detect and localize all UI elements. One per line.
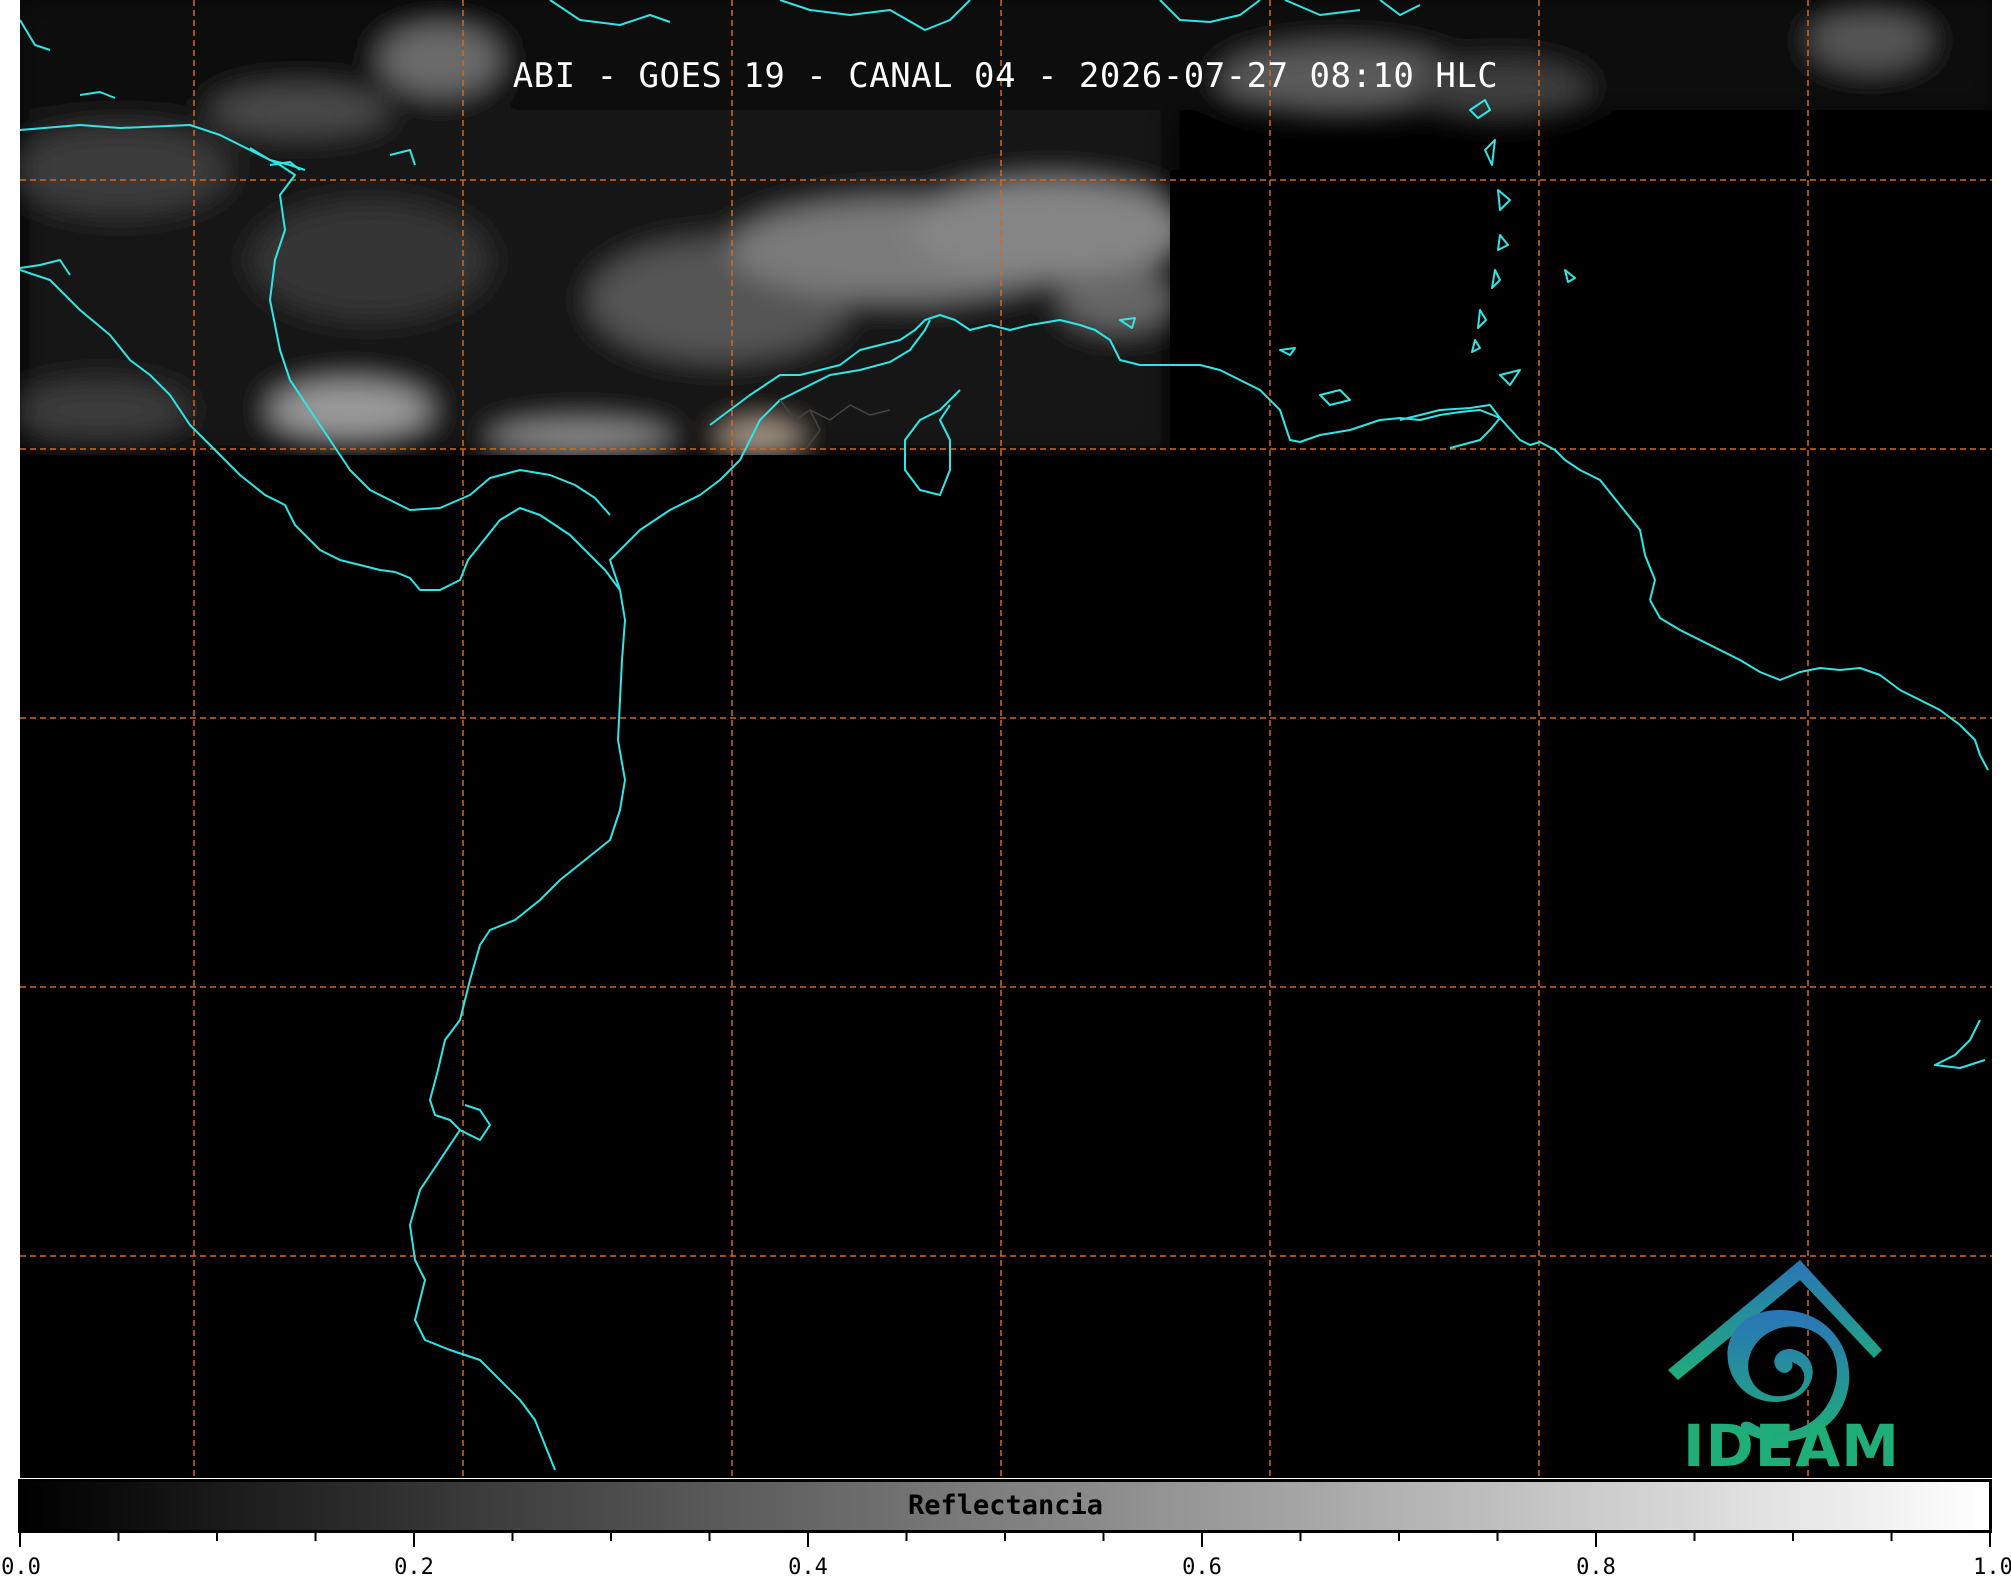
map-title: ABI - GOES 19 - CANAL 04 - 2026-07-27 08… xyxy=(512,56,1499,96)
colorbar-tick-label: 0.8 xyxy=(1576,1555,1616,1580)
colorbar-tick-label: 1.0 xyxy=(1973,1555,2011,1580)
colorbar-tick-label: 0.2 xyxy=(394,1555,434,1580)
colorbar-label: Reflectancia xyxy=(907,1490,1104,1521)
colorbar-ticks xyxy=(19,1533,1991,1547)
colorbar-tick-label: 0.6 xyxy=(1182,1555,1222,1580)
ideam-logo-text: IDEAM xyxy=(1683,1412,1900,1480)
colorbar-tick-label: 0.0 xyxy=(1,1555,41,1580)
colorbar-tick-label: 0.4 xyxy=(788,1555,828,1580)
